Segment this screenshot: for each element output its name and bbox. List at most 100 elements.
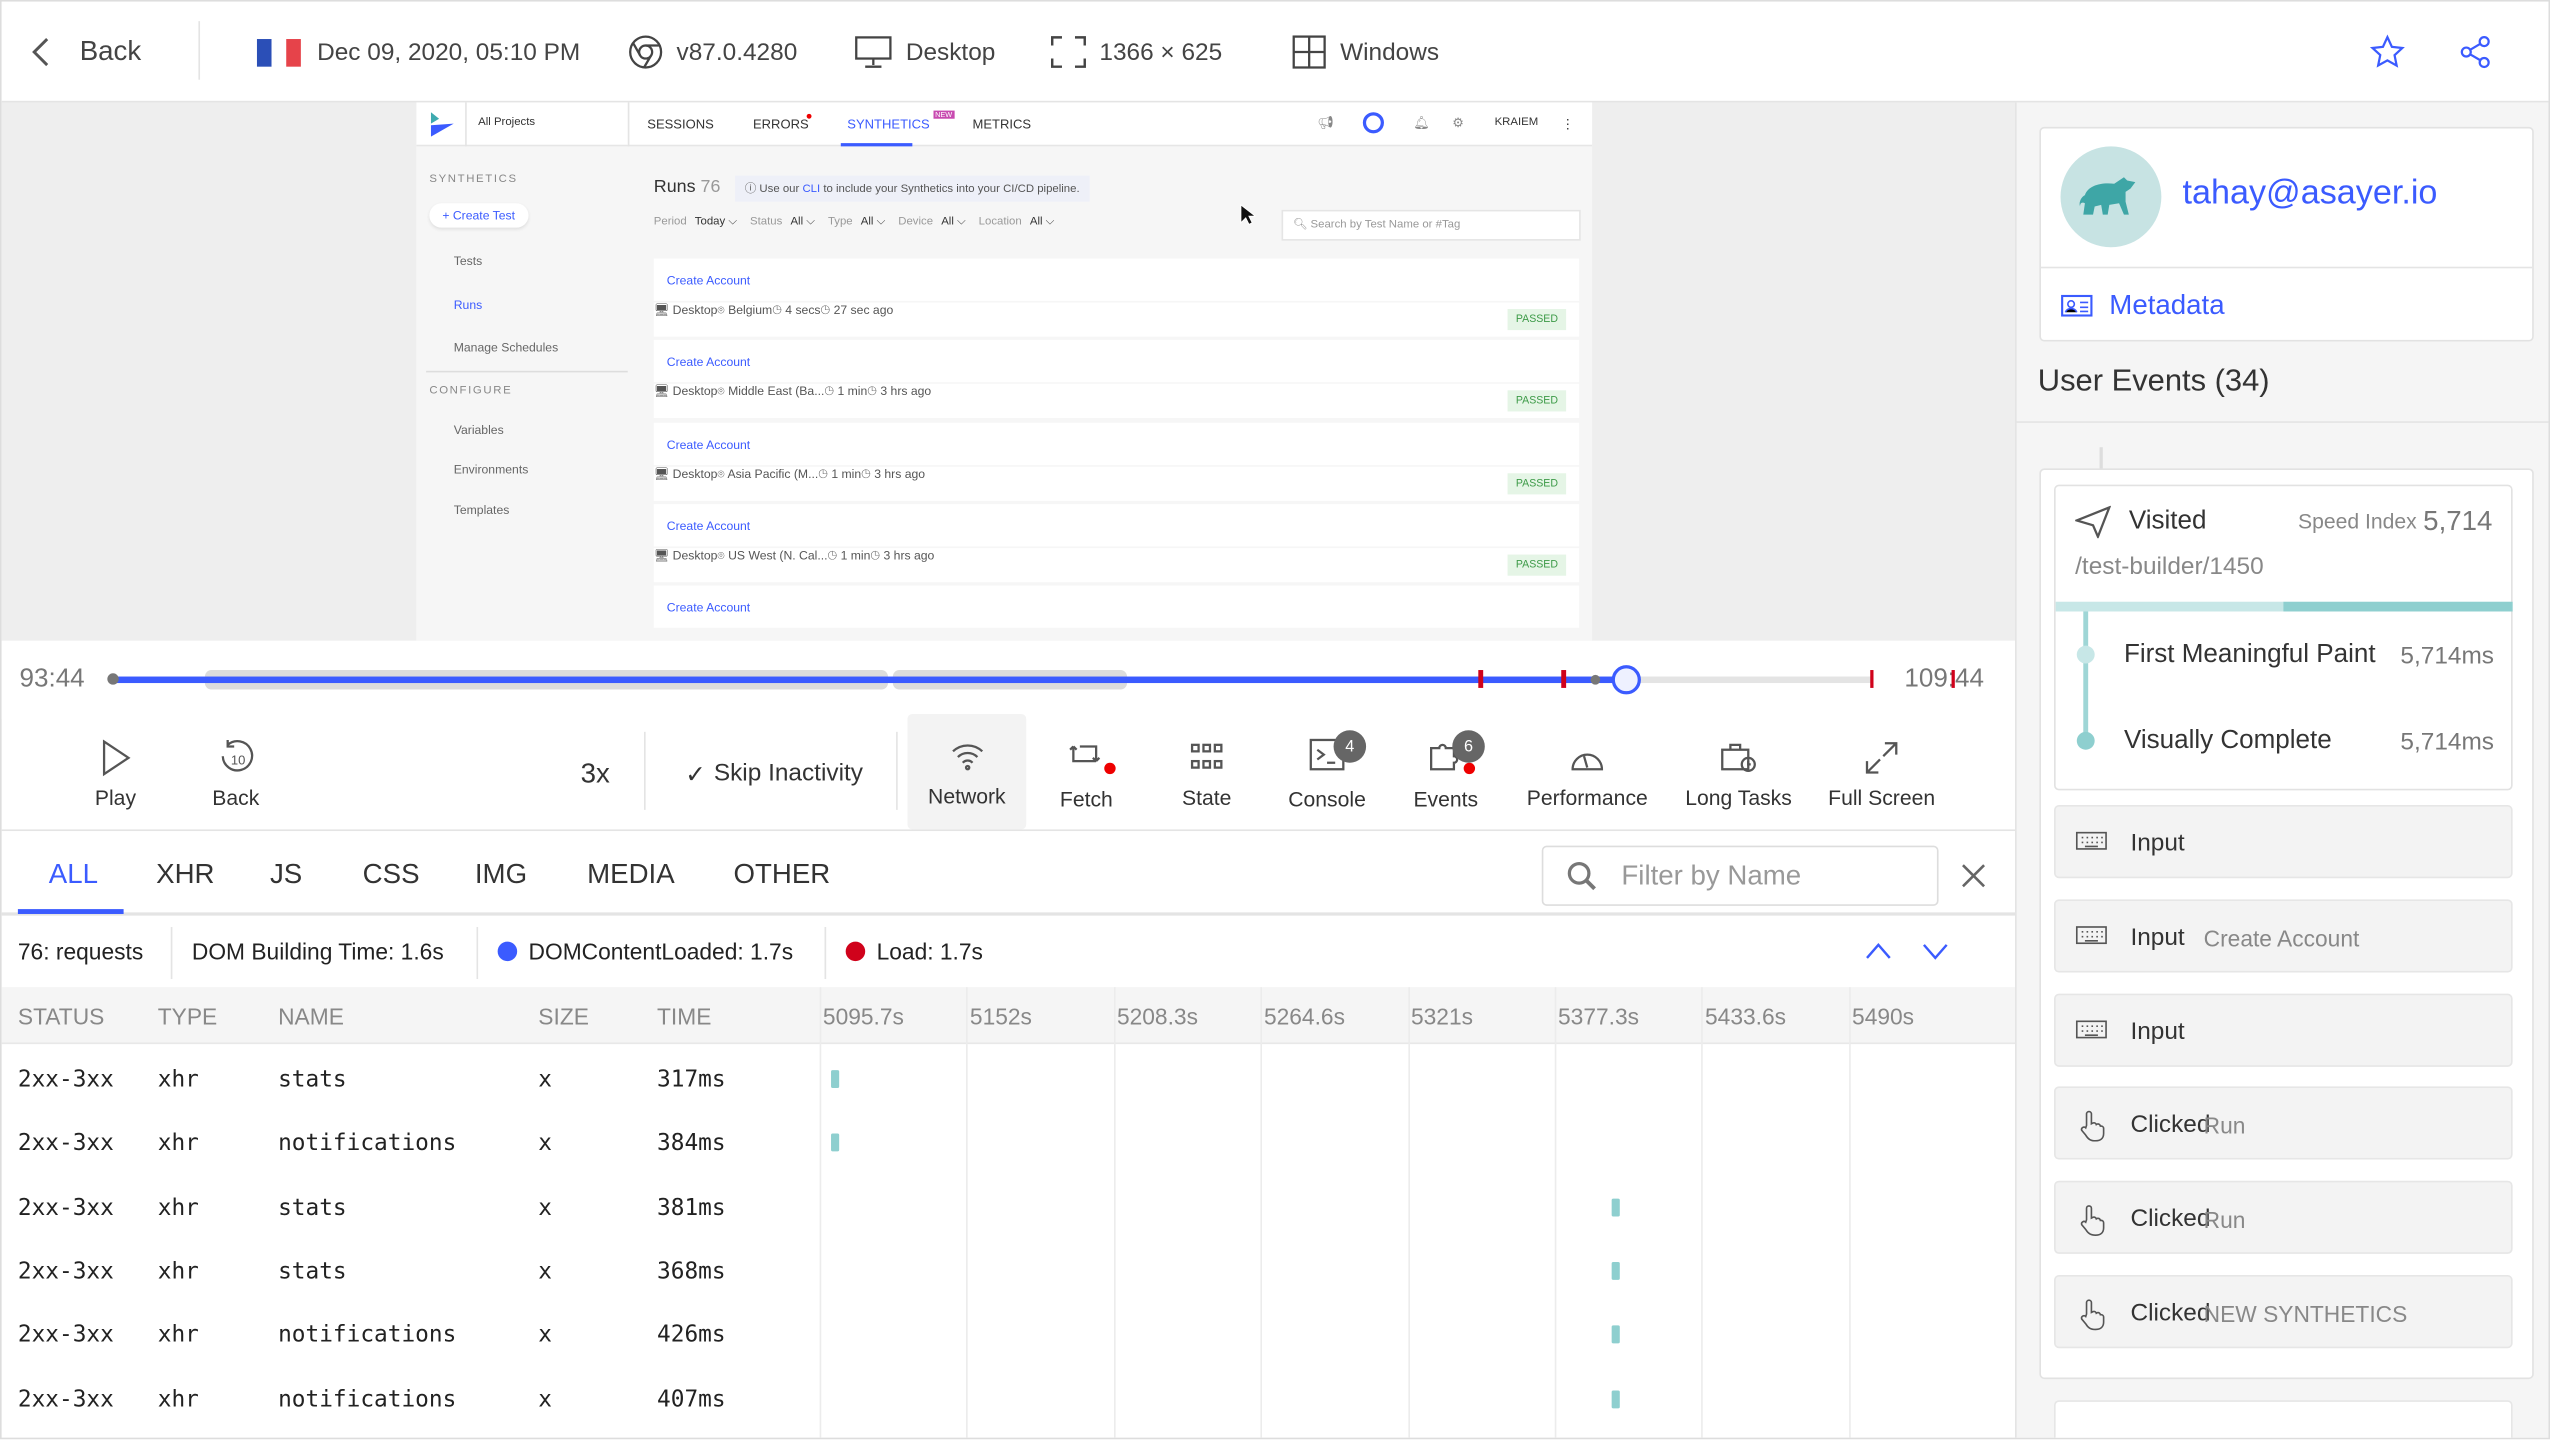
filter-type: Type All ⌵ xyxy=(827,216,886,228)
filter-location: Location All ⌵ xyxy=(978,216,1055,228)
event-item-clicked[interactable]: Clicked Run xyxy=(2054,1180,2513,1255)
cell-status: 2xx-3xx xyxy=(17,1194,114,1221)
waterfall-tick: 5433.6s xyxy=(1704,1003,1787,1030)
visited-event[interactable]: Visited Speed Index 5,714 /test-builder/… xyxy=(2054,484,2513,791)
run-duration: ◷ 1 min xyxy=(818,466,862,481)
tab-css[interactable]: CSS xyxy=(363,859,420,892)
tab-img[interactable]: IMG xyxy=(475,859,527,892)
replay-player[interactable]: All Projects SESSIONS ERRORS SYNTHETICS … xyxy=(1,102,2015,641)
chevron-down-icon[interactable] xyxy=(1922,942,1948,962)
timeline[interactable]: 93:44 109:44 xyxy=(1,640,2015,719)
share-button[interactable] xyxy=(2457,2,2493,103)
network-table-header: STATUS TYPE NAME SIZE TIME 5095.7s 5152s 5208.3… xyxy=(1,987,2015,1045)
status-badge: PASSED xyxy=(1507,554,1567,576)
back-button[interactable]: Back xyxy=(28,2,141,103)
play-icon xyxy=(102,738,131,776)
cell-time: 384ms xyxy=(657,1130,726,1157)
waterfall-tick: 5377.3s xyxy=(1557,1003,1640,1030)
cell-status: 2xx-3xx xyxy=(17,1258,114,1285)
cell-name: notifications xyxy=(278,1130,457,1157)
event-item-partial[interactable] xyxy=(2054,1400,2513,1438)
long-tasks-button[interactable]: Long Tasks xyxy=(1682,719,1796,828)
event-value: Run xyxy=(2203,1113,2246,1140)
waterfall-bar xyxy=(1611,1325,1620,1344)
run-name-link: Create Account xyxy=(666,355,751,370)
tab-xhr[interactable]: XHR xyxy=(156,859,214,892)
fmp-label: First Meaningful Paint xyxy=(2123,640,2376,669)
cell-size: x xyxy=(538,1386,553,1413)
create-test-button: + Create Test xyxy=(429,203,529,228)
cell-status: 2xx-3xx xyxy=(17,1066,114,1093)
run-name-link: Create Account xyxy=(666,436,751,452)
tab-js[interactable]: JS xyxy=(270,859,302,892)
event-item-input[interactable]: Input xyxy=(2054,993,2513,1067)
run-name-link: Create Account xyxy=(666,273,751,288)
cell-size: x xyxy=(538,1194,553,1221)
tab-media[interactable]: MEDIA xyxy=(587,859,675,892)
table-row[interactable]: 2xx-3xx xhr stats x 368ms xyxy=(2,1239,2015,1302)
performance-button[interactable]: Performance xyxy=(1522,719,1652,828)
tab-other[interactable]: OTHER xyxy=(733,859,830,892)
waterfall-bar xyxy=(1611,1197,1620,1216)
skip-inactivity-toggle[interactable]: ✓ Skip Inactivity xyxy=(668,719,879,828)
device-info: Desktop xyxy=(854,2,995,103)
waterfall-bar xyxy=(1611,1389,1620,1408)
search-icon xyxy=(1567,861,1596,890)
event-item-clicked[interactable]: Clicked Run xyxy=(2054,1087,2513,1161)
resolution-info: 1366 × 625 xyxy=(1050,2,1222,103)
full-screen-button[interactable]: Full Screen xyxy=(1825,719,1939,828)
table-row[interactable]: 2xx-3xx xhr notifications x 407ms xyxy=(2,1367,2015,1430)
fetch-icon xyxy=(1069,745,1101,763)
fetch-button[interactable]: Fetch xyxy=(1046,719,1127,828)
run-device: 🖥︎ Desktop xyxy=(653,547,718,563)
event-item-clicked[interactable]: Clicked NEW SYNTHETICS xyxy=(2054,1275,2513,1349)
table-row[interactable]: 2xx-3xx xhr notifications x 384ms xyxy=(2,1111,2015,1174)
vc-label: Visually Complete xyxy=(2123,726,2332,755)
run-duration: ◷ 1 min xyxy=(824,384,868,399)
status-badge: PASSED xyxy=(1507,390,1567,412)
tab-all[interactable]: ALL xyxy=(49,859,98,892)
events-button[interactable]: 6 Events xyxy=(1405,719,1486,828)
console-button[interactable]: 4 Console xyxy=(1282,719,1373,828)
network-tabs: Filter by Name ALL XHR JS CSS IMG MEDIA OTHER xyxy=(1,834,2015,916)
timeline-scrubber[interactable] xyxy=(1610,665,1641,695)
waterfall-bar xyxy=(1611,1261,1620,1280)
close-icon[interactable] xyxy=(1961,864,1986,888)
run-meta-row: 🖥︎ Desktop⌾ Asia Pacific (M...◷ 1 min◷ 3… xyxy=(653,466,1580,501)
console-count-badge: 4 xyxy=(1333,730,1367,763)
keyboard-icon xyxy=(2075,922,2108,951)
run-meta-row: 🖥︎ Desktop⌾ US West (N. Cal...◷ 1 min◷ 3… xyxy=(653,547,1580,583)
event-item-input[interactable]: Input Create Account xyxy=(2054,899,2513,973)
table-row[interactable]: 2xx-3xx xhr stats x 317ms xyxy=(2,1047,2015,1110)
cell-size: x xyxy=(538,1322,553,1349)
table-row[interactable]: 2xx-3xx xhr notifications x 426ms xyxy=(2,1303,2015,1366)
play-button[interactable]: Play xyxy=(80,719,152,828)
metadata-button[interactable]: Metadata xyxy=(2061,289,2225,322)
filter-by-name-input[interactable]: Filter by Name xyxy=(1541,845,1939,906)
event-item-input[interactable]: Input xyxy=(2054,805,2513,879)
back-10-button[interactable]: 10 Back xyxy=(200,719,272,828)
events-count-badge: 6 xyxy=(1452,730,1485,763)
cell-type: xhr xyxy=(157,1386,199,1413)
cell-name: stats xyxy=(278,1194,347,1221)
wifi-icon xyxy=(951,743,983,770)
chrome-icon xyxy=(629,35,663,69)
cell-size: x xyxy=(538,1258,553,1285)
event-type: Clicked xyxy=(2130,1205,2211,1234)
user-email-link[interactable]: tahay@asayer.io xyxy=(2182,174,2437,213)
column-size: SIZE xyxy=(538,1003,589,1030)
state-button[interactable]: State xyxy=(1166,719,1247,828)
session-replay-page: Back Dec 09, 2020, 05:10 PM v87.0.4280 D… xyxy=(0,0,2550,1440)
cell-status: 2xx-3xx xyxy=(17,1386,114,1413)
speed-button[interactable]: 3x xyxy=(568,719,623,828)
table-row[interactable]: 2xx-3xx xhr stats x 381ms xyxy=(2,1175,2015,1238)
nav-errors: ERRORS xyxy=(752,117,809,132)
network-button[interactable]: Network xyxy=(907,713,1027,830)
chevron-up-icon[interactable] xyxy=(1865,942,1891,962)
active-tab-indicator xyxy=(17,909,124,914)
run-name-link: Create Account xyxy=(666,600,751,616)
cell-name: notifications xyxy=(278,1386,457,1413)
favorite-button[interactable] xyxy=(2369,2,2406,103)
waterfall-bar xyxy=(831,1070,840,1088)
event-type: Input xyxy=(2130,1017,2185,1046)
